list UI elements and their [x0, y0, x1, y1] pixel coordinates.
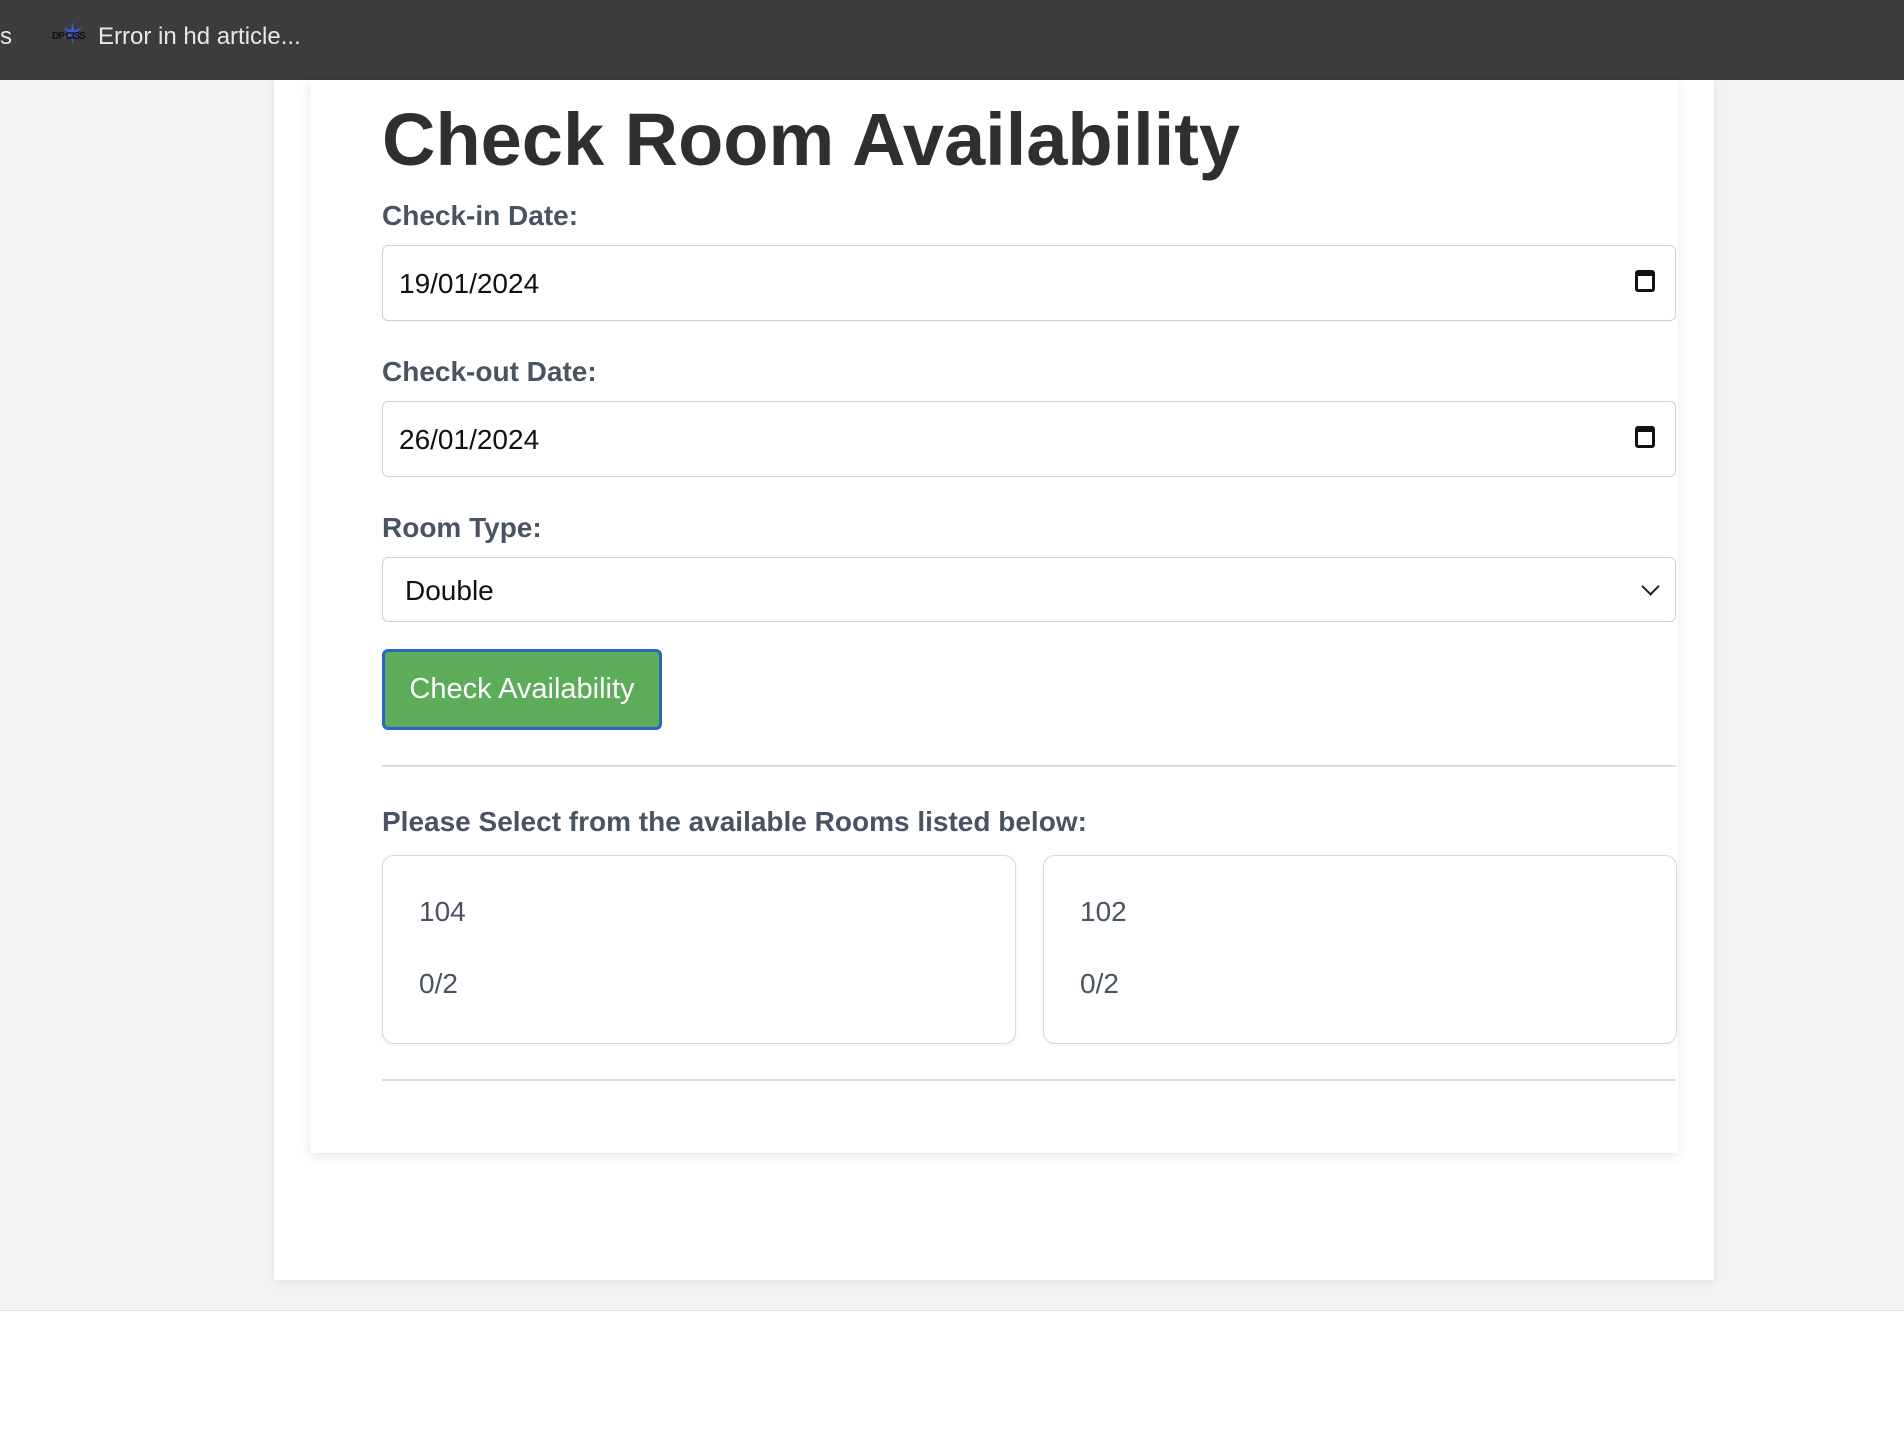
page-title: Check Room Availability: [382, 98, 1241, 181]
bookmark-item-partial[interactable]: s: [0, 22, 12, 52]
calendar-icon[interactable]: [1635, 270, 1655, 292]
bookmark-item[interactable]: ✶ DP CISS Error in hd article...: [52, 20, 301, 52]
room-occupancy: 0/2: [1080, 968, 1119, 999]
favicon-text: DP CISS: [52, 31, 86, 42]
page-wrapper: Check Room Availability Check-in Date: 1…: [274, 80, 1714, 1280]
checkin-date-label: Check-in Date:: [382, 200, 579, 231]
star-logo-icon: ✶ DP CISS: [52, 20, 88, 52]
chevron-down-icon: [1641, 577, 1660, 596]
bookmarks-bar: s ✶ DP CISS Error in hd article...: [0, 0, 1904, 80]
room-type-selected-value: Double: [405, 575, 494, 606]
divider: [382, 765, 1676, 767]
room-number: 104: [419, 896, 466, 927]
room-number: 102: [1080, 896, 1127, 927]
divider: [382, 1079, 1676, 1081]
room-type-label: Room Type:: [382, 512, 542, 543]
availability-form-card: Check Room Availability Check-in Date: 1…: [310, 80, 1678, 1153]
room-occupancy: 0/2: [419, 968, 458, 999]
rooms-heading: Please Select from the available Rooms l…: [382, 806, 1087, 837]
checkout-date-field[interactable]: 26/01/2024: [382, 401, 1676, 477]
checkout-date-label: Check-out Date:: [382, 356, 597, 387]
checkin-date-value: 19/01/2024: [399, 268, 540, 299]
room-type-select[interactable]: Double: [382, 557, 1676, 622]
page-footer-area: [0, 1310, 1904, 1439]
room-card[interactable]: 104 0/2: [382, 855, 1016, 1044]
calendar-icon[interactable]: [1635, 426, 1655, 448]
checkout-date-value: 26/01/2024: [399, 424, 540, 455]
room-card[interactable]: 102 0/2: [1043, 855, 1677, 1044]
checkin-date-field[interactable]: 19/01/2024: [382, 245, 1676, 321]
bookmark-title: Error in hd article...: [98, 23, 301, 50]
check-availability-button[interactable]: Check Availability: [382, 649, 662, 730]
